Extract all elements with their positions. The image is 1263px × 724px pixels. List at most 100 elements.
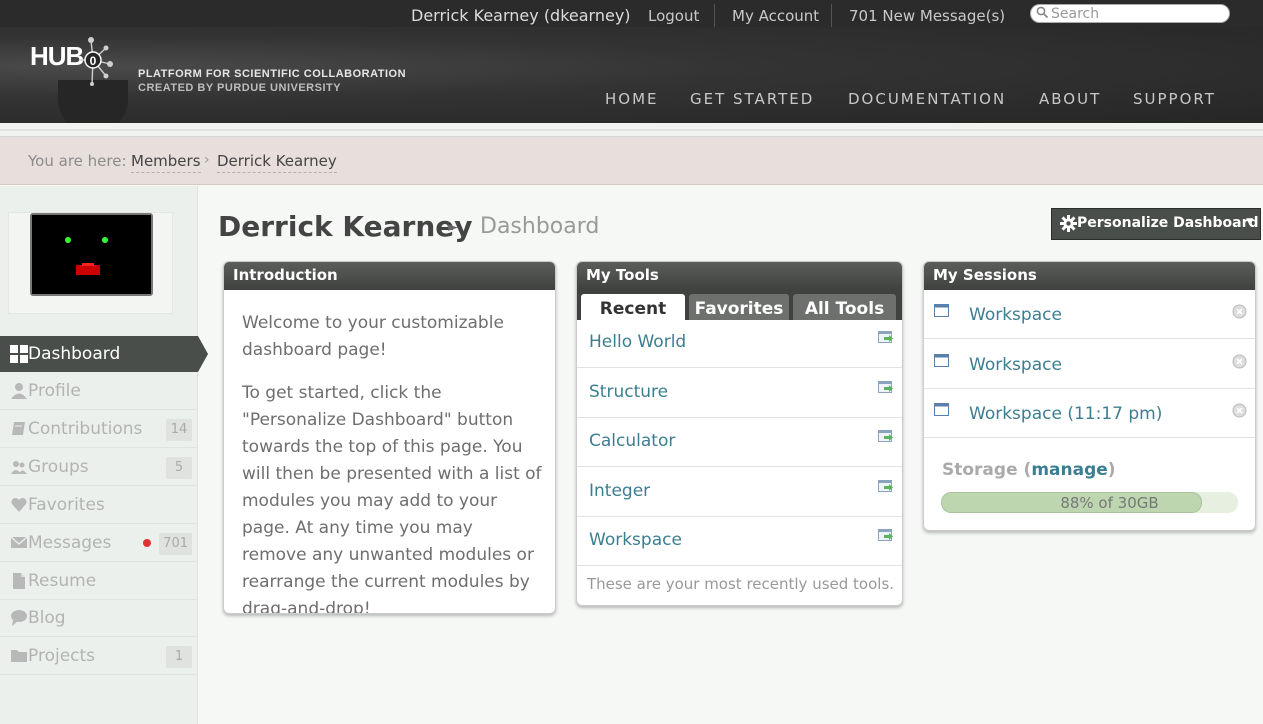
tool-row[interactable]: Structure	[577, 369, 902, 418]
unread-indicator	[143, 539, 151, 547]
nav-support[interactable]: SUPPORT	[1133, 90, 1216, 108]
nav-documentation[interactable]: DOCUMENTATION	[848, 90, 1006, 108]
session-name-link[interactable]: Workspace	[969, 355, 1062, 375]
tool-row[interactable]: Calculator	[577, 418, 902, 467]
storage-paren-close: )	[1107, 460, 1116, 480]
avatar[interactable]	[30, 213, 153, 296]
tools-tab-bar: Recent Favorites All Tools	[577, 290, 902, 320]
intro-welcome-text: Welcome to your customizable dashboard p…	[242, 313, 504, 360]
document-icon	[13, 573, 25, 589]
module-header[interactable]: My Sessions	[924, 262, 1255, 290]
tool-name-link[interactable]: Hello World	[589, 332, 686, 352]
close-session-icon[interactable]	[1232, 403, 1247, 418]
launch-tool-icon[interactable]	[878, 430, 894, 444]
breadcrumb: You are here: Members › Derrick Kearney	[0, 137, 1263, 185]
new-messages-link[interactable]: 701 New Message(s)	[849, 0, 1005, 27]
introduction-module[interactable]: Introduction Welcome to your customizabl…	[223, 261, 556, 614]
tab-all-tools[interactable]: All Tools	[793, 294, 896, 320]
session-row[interactable]: Workspace	[924, 340, 1255, 389]
sidebar-item-blog[interactable]: Blog	[0, 600, 198, 637]
tool-name-link[interactable]: Structure	[589, 382, 668, 402]
launch-tool-icon[interactable]	[878, 529, 894, 543]
sidebar-item-projects[interactable]: Projects 1	[0, 638, 198, 675]
sidebar-item-profile[interactable]: Profile	[0, 373, 198, 410]
manage-storage-link[interactable]: manage	[1031, 460, 1107, 480]
hub-node-icon: 0	[80, 37, 113, 86]
tool-name-link[interactable]: Integer	[589, 481, 650, 501]
breadcrumb-current[interactable]: Derrick Kearney	[217, 152, 337, 173]
breadcrumb-members[interactable]: Members	[131, 152, 201, 173]
sidebar-item-label: Groups	[28, 457, 89, 477]
member-sidebar: Dashboard Profile Contributions 14 Group…	[0, 186, 208, 724]
module-header[interactable]: My Tools	[577, 262, 902, 290]
avatar-frame	[8, 212, 173, 314]
logged-in-user[interactable]: Derrick Kearney (dkearney)	[411, 0, 631, 27]
sidebar-item-label: Projects	[28, 646, 96, 666]
heart-icon	[11, 497, 27, 512]
storage-usage-text: 88% of 30GB	[1060, 494, 1159, 512]
messages-count: 701	[159, 533, 192, 555]
tab-favorites[interactable]: Favorites	[689, 294, 789, 320]
breadcrumb-prefix: You are here:	[28, 152, 127, 170]
nav-about[interactable]: ABOUT	[1039, 90, 1101, 108]
logo-text: HUB	[30, 41, 84, 71]
window-icon	[934, 304, 949, 317]
search-input[interactable]	[1051, 5, 1221, 22]
tool-name-link[interactable]: Calculator	[589, 431, 675, 451]
close-session-icon[interactable]	[1232, 354, 1247, 369]
nav-get-started[interactable]: GET STARTED	[690, 90, 814, 108]
session-name-link[interactable]: Workspace	[969, 305, 1062, 325]
personalize-dashboard-button[interactable]: Personalize Dashboard ▼	[1051, 208, 1261, 240]
sidebar-item-resume[interactable]: Resume	[0, 563, 198, 600]
tool-name-link[interactable]: Workspace	[589, 530, 682, 550]
envelope-icon	[10, 536, 28, 548]
breadcrumb-separator: ›	[204, 152, 210, 168]
sidebar-item-contributions[interactable]: Contributions 14	[0, 411, 198, 448]
sidebar-item-favorites[interactable]: Favorites	[0, 487, 198, 524]
session-name-link[interactable]: Workspace (11:17 pm)	[969, 404, 1162, 424]
tool-row[interactable]: Hello World	[577, 319, 902, 368]
module-header[interactable]: Introduction	[224, 262, 555, 290]
search-box[interactable]	[1030, 4, 1230, 23]
sidebar-item-label: Contributions	[28, 419, 143, 439]
tab-recent[interactable]: Recent	[581, 294, 685, 320]
title-arrow-icon: ►	[448, 220, 458, 235]
storage-label-text: Storage	[942, 460, 1018, 480]
storage-meter: 88% of 30GB	[941, 492, 1238, 513]
my-tools-module[interactable]: My Tools Recent Favorites All Tools Hell…	[576, 261, 903, 606]
search-icon	[1036, 6, 1049, 19]
page-subtitle: Dashboard	[480, 214, 600, 239]
my-sessions-module[interactable]: My Sessions Workspace Workspace Workspace …	[923, 261, 1256, 531]
storage-label: Storage (manage)	[942, 460, 1116, 480]
intro-instructions-text: To get started, click the "Personalize D…	[242, 383, 542, 614]
launch-tool-icon[interactable]	[878, 479, 894, 494]
dashboard-icon	[10, 345, 28, 363]
sidebar-item-dashboard[interactable]: Dashboard	[0, 336, 208, 372]
folder-icon	[11, 650, 27, 662]
sidebar-item-messages[interactable]: Messages 701	[0, 525, 198, 562]
active-indicator	[198, 336, 208, 372]
sidebar-item-groups[interactable]: Groups 5	[0, 449, 198, 486]
session-row[interactable]: Workspace	[924, 290, 1255, 339]
sidebar-item-label: Blog	[28, 608, 66, 628]
session-row[interactable]: Workspace (11:17 pm)	[924, 389, 1255, 438]
header-rule	[0, 123, 1263, 137]
personalize-label: Personalize Dashboard	[1077, 215, 1259, 231]
window-icon	[934, 353, 949, 367]
close-session-icon[interactable]	[1232, 304, 1247, 319]
launch-tool-icon[interactable]	[878, 380, 894, 395]
logout-link[interactable]: Logout	[648, 0, 699, 27]
tagline: PLATFORM FOR SCIENTIFIC COLLABORATION	[138, 68, 407, 80]
book-icon	[12, 422, 25, 435]
nav-home[interactable]: HOME	[605, 90, 659, 108]
launch-tool-icon[interactable]	[878, 331, 894, 345]
sidebar-item-label: Dashboard	[28, 344, 121, 364]
top-bar: Derrick Kearney (dkearney) Logout My Acc…	[0, 0, 1263, 27]
sidebar-item-label: Favorites	[28, 495, 105, 515]
tool-row[interactable]: Integer	[577, 468, 902, 517]
sidebar-item-label: Messages	[28, 533, 112, 553]
divider	[831, 4, 832, 27]
my-account-link[interactable]: My Account	[732, 0, 819, 27]
sidebar-item-label: Resume	[28, 571, 97, 591]
tool-row[interactable]: Workspace	[577, 517, 902, 566]
